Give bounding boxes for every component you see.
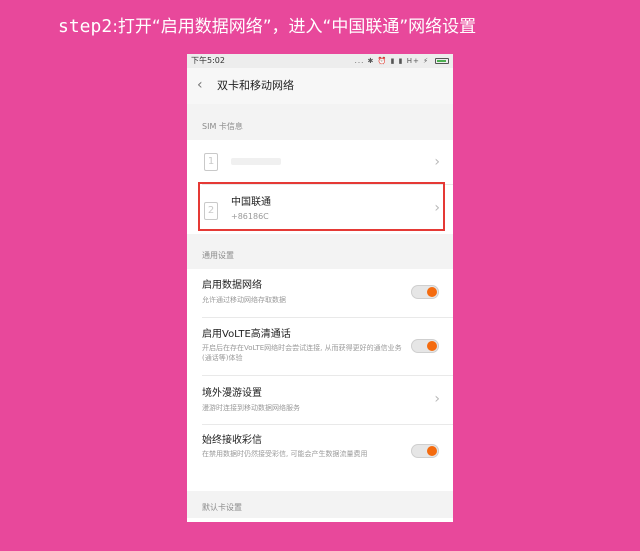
status-time: 下午5:02 <box>191 56 225 65</box>
setting-description: 漫游时连接到移动数据网络服务 <box>202 404 300 412</box>
step-caption: step2:打开“启用数据网络”，进入“中国联通”网络设置 <box>58 14 476 40</box>
chevron-right-icon: › <box>434 391 440 407</box>
sim1-row[interactable]: 1 › <box>187 140 453 184</box>
data-network-toggle[interactable] <box>411 285 439 299</box>
toggle-knob <box>427 341 437 351</box>
toggle-knob <box>427 446 437 456</box>
page-title: 双卡和移动网络 <box>217 79 294 92</box>
general-settings-list: 启用数据网络 允许通过移动网络存取数据 启用VoLTE高清通话 开启后在存在Vo… <box>187 269 453 491</box>
setting-title: 启用VoLTE高清通话 <box>202 329 291 340</box>
setting-description: 允许通过移动网络存取数据 <box>202 296 286 304</box>
phone-screen: 下午5:02 ... ✱ ⏰ ▮ ▮ H+ ⚡ ‹ 双卡和移动网络 SIM 卡信… <box>187 54 453 522</box>
setting-row-volte[interactable]: 启用VoLTE高清通话 开启后在存在VoLTE网络时会尝试连接, 从而获得更好的… <box>187 318 453 374</box>
step-instruction: :打开“启用数据网络”，进入“中国联通”网络设置 <box>112 17 477 37</box>
setting-title: 始终接收彩信 <box>202 435 262 446</box>
back-arrow-icon[interactable]: ‹ <box>197 77 203 93</box>
highlight-box <box>198 182 445 231</box>
section-label-default: 默认卡设置 <box>202 503 242 512</box>
sim-card-icon: 1 <box>204 153 218 171</box>
status-icons: ... ✱ ⏰ ▮ ▮ H+ ⚡ <box>354 57 429 65</box>
setting-row-mms[interactable]: 始终接收彩信 在禁用数据时仍然接受彩信, 可能会产生数据流量费用 <box>187 425 453 483</box>
nav-bar: ‹ 双卡和移动网络 <box>187 68 453 104</box>
setting-title: 启用数据网络 <box>202 280 262 291</box>
status-bar: 下午5:02 ... ✱ ⏰ ▮ ▮ H+ ⚡ <box>187 54 453 68</box>
sim1-redacted-info <box>231 158 281 165</box>
mms-toggle[interactable] <box>411 444 439 458</box>
setting-row-data-network[interactable]: 启用数据网络 允许通过移动网络存取数据 <box>187 269 453 317</box>
toggle-knob <box>427 287 437 297</box>
setting-row-roaming[interactable]: 境外漫游设置 漫游时连接到移动数据网络服务 › <box>187 376 453 424</box>
battery-icon <box>435 58 449 64</box>
setting-description: 开启后在存在VoLTE网络时会尝试连接, 从而获得更好的通信业务(通话等)体验 <box>202 344 402 362</box>
default-settings-list <box>187 518 453 522</box>
setting-title: 境外漫游设置 <box>202 388 262 399</box>
volte-toggle[interactable] <box>411 339 439 353</box>
section-label-general: 通用设置 <box>202 251 234 260</box>
setting-description: 在禁用数据时仍然接受彩信, 可能会产生数据流量费用 <box>202 450 368 458</box>
section-label-sim: SIM 卡信息 <box>202 122 243 131</box>
sim1-slot-number: 1 <box>207 156 215 167</box>
step-number: step2 <box>58 16 113 37</box>
chevron-right-icon: › <box>434 154 440 170</box>
